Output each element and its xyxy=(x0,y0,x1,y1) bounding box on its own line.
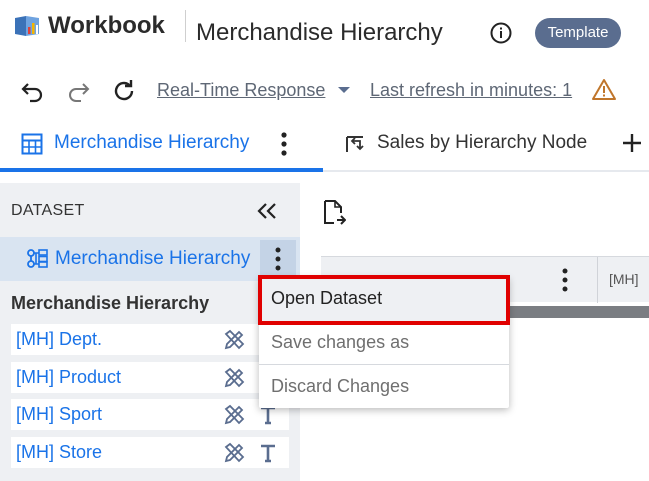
tools-icon[interactable] xyxy=(223,329,245,351)
tab-sales-by-hierarchy-node[interactable]: Sales by Hierarchy Node xyxy=(330,122,600,168)
toolbar: Real-Time Response Last refresh in minut… xyxy=(0,72,649,108)
document-export-icon[interactable] xyxy=(322,199,346,227)
field-label: [MH] Sport xyxy=(16,404,103,424)
refresh-icon[interactable] xyxy=(111,78,137,104)
text-type-icon xyxy=(261,444,275,463)
header-divider xyxy=(185,10,186,42)
field-item[interactable]: [MH] Dept. xyxy=(11,324,289,355)
tab-bar: Merchandise Hierarchy Sales by Hierarchy… xyxy=(0,122,649,172)
menu-item-label: Save changes as xyxy=(271,332,410,352)
more-vertical-icon[interactable] xyxy=(555,265,575,295)
tabs-divider xyxy=(323,170,649,172)
more-vertical-icon[interactable] xyxy=(274,128,294,160)
panel-title: DATASET xyxy=(11,202,85,219)
field-label: [MH] Store xyxy=(16,442,103,462)
grid-column-separator xyxy=(597,257,598,303)
pivot-icon xyxy=(346,136,364,152)
tab-label: Sales by Hierarchy Node xyxy=(377,132,588,153)
menu-item-label: Discard Changes xyxy=(271,376,410,396)
more-vertical-icon xyxy=(275,247,281,271)
chevron-down-icon[interactable] xyxy=(337,84,351,96)
warning-icon[interactable] xyxy=(591,77,617,103)
redo-icon[interactable] xyxy=(65,78,91,104)
last-refresh-link[interactable]: Last refresh in minutes: 1 xyxy=(370,80,572,101)
tab-label: Merchandise Hierarchy xyxy=(54,132,250,153)
highlight-box xyxy=(258,275,510,325)
app-name: Workbook xyxy=(48,12,165,39)
grid-column-header[interactable]: [MH] xyxy=(609,271,639,287)
app-header: Workbook Merchandise Hierarchy Template xyxy=(0,0,649,62)
dataset-panel: DATASET Merchandise Hierarchy Merchandis… xyxy=(0,183,300,481)
menu-item-discard-changes[interactable]: Discard Changes xyxy=(259,365,509,409)
menu-item-save-changes-as[interactable]: Save changes as xyxy=(259,321,509,365)
dataset-menu-button[interactable] xyxy=(260,240,296,278)
fields-section-title: Merchandise Hierarchy xyxy=(11,293,210,313)
workbook-logo-icon xyxy=(15,16,39,36)
active-tab-indicator xyxy=(0,168,323,172)
field-item[interactable]: [MH] Product xyxy=(11,362,289,393)
field-item[interactable]: [MH] Store xyxy=(11,437,289,468)
dataset-hierarchy-icon xyxy=(27,249,48,268)
field-label: [MH] Product xyxy=(16,367,122,387)
dataset-item[interactable]: Merchandise Hierarchy xyxy=(0,237,300,281)
tab-merchandise-hierarchy[interactable]: Merchandise Hierarchy xyxy=(0,122,323,168)
tools-icon[interactable] xyxy=(223,404,245,426)
info-icon[interactable] xyxy=(489,21,513,45)
dataset-name: Merchandise Hierarchy xyxy=(55,248,251,269)
field-label: [MH] Dept. xyxy=(16,329,103,349)
tools-icon[interactable] xyxy=(223,442,245,464)
undo-icon[interactable] xyxy=(20,78,46,104)
template-badge: Template xyxy=(535,18,621,48)
response-mode-link[interactable]: Real-Time Response xyxy=(157,80,325,101)
page-title: Merchandise Hierarchy xyxy=(196,19,443,46)
tools-icon[interactable] xyxy=(223,367,245,389)
collapse-panel-icon[interactable] xyxy=(256,202,278,220)
field-item[interactable]: [MH] Sport xyxy=(11,399,289,430)
add-tab-icon[interactable] xyxy=(619,130,645,156)
table-icon xyxy=(21,133,43,155)
